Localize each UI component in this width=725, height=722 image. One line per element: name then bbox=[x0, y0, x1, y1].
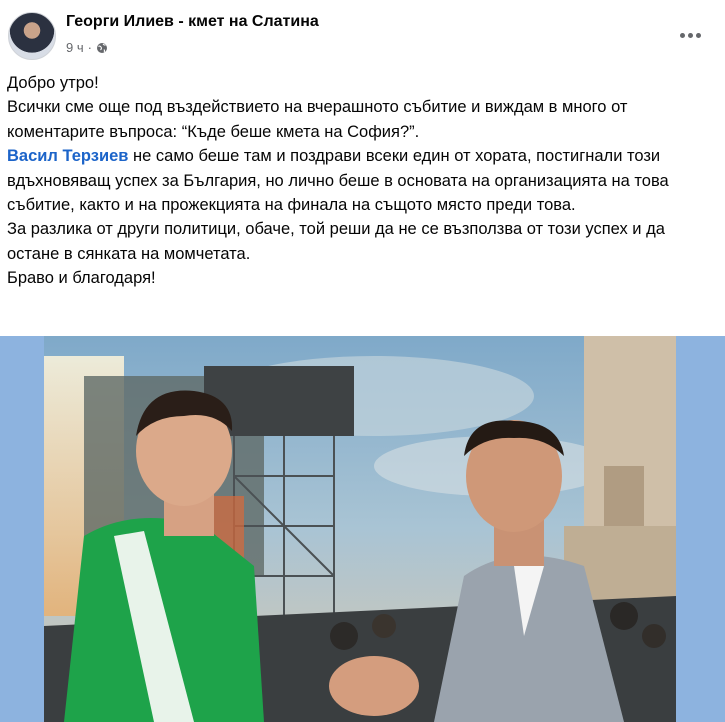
author-name[interactable]: Георги Илиев - кмет на Слатина bbox=[66, 13, 319, 31]
photo-illustration bbox=[44, 336, 676, 722]
post-header: Георги Илиев - кмет на Слатина 9 ч · bbox=[0, 0, 725, 70]
globe-icon[interactable] bbox=[96, 42, 108, 54]
mention-link[interactable]: Васил Терзиев bbox=[7, 147, 128, 165]
meta-separator: · bbox=[87, 40, 92, 55]
post-meta: 9 ч · bbox=[66, 40, 108, 55]
post-media[interactable] bbox=[0, 336, 725, 722]
post-text: Добро утро! Всички сме още под въздейств… bbox=[7, 71, 719, 291]
more-options-icon bbox=[679, 32, 685, 38]
post-line-greeting: Добро утро! bbox=[7, 74, 99, 92]
post-line-mention: Васил Терзиев не само беше там и поздрав… bbox=[7, 144, 719, 217]
post-line-politicians: За разлика от други политици, обаче, той… bbox=[7, 220, 665, 263]
post-line-thanks: Браво и благодаря! bbox=[7, 269, 156, 288]
post-line-intro: Всички сме още под въздействието на вчер… bbox=[7, 98, 628, 141]
post-time[interactable]: 9 ч bbox=[66, 40, 84, 55]
more-options-button[interactable] bbox=[670, 20, 710, 50]
post-photo[interactable] bbox=[44, 336, 676, 722]
author-avatar[interactable] bbox=[8, 12, 56, 60]
